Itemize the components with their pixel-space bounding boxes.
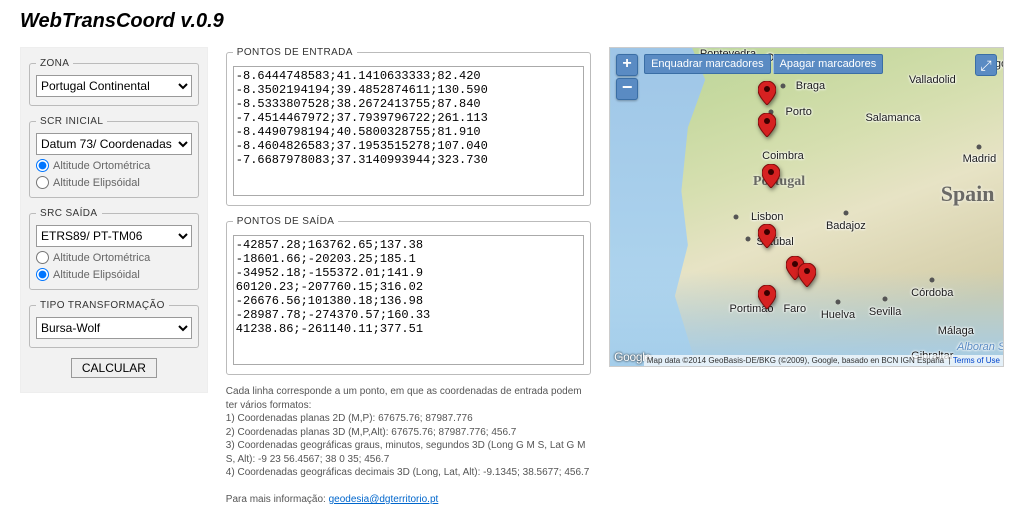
scr-inicial-orto-radio[interactable] xyxy=(36,159,49,172)
dot-badajoz xyxy=(843,211,848,216)
label-madrid: Madrid xyxy=(963,153,997,165)
calcular-button[interactable]: CALCULAR xyxy=(71,358,157,378)
label-valladolid: Valladolid xyxy=(909,74,956,86)
zona-fieldset: ZONA Portugal Continental xyxy=(29,58,199,106)
map-actions: Enquadrar marcadores Apagar marcadores xyxy=(644,54,883,74)
dot-madrid xyxy=(977,144,982,149)
dot-lisbon xyxy=(733,214,738,219)
help-l3: 3) Coordenadas geográficas graus, minuto… xyxy=(226,439,591,466)
map[interactable]: Portugal Spain Porto Braga Coimbra Lisbo… xyxy=(609,47,1004,367)
dot-setubal xyxy=(745,236,750,241)
map-marker[interactable] xyxy=(758,285,776,309)
entrada-textarea[interactable] xyxy=(233,66,584,196)
scr-inicial-elip-row[interactable]: Altitude Elipsóidal xyxy=(36,176,192,189)
scr-inicial-elip-label: Altitude Elipsóidal xyxy=(53,177,140,189)
src-saida-select[interactable]: ETRS89/ PT-TM06 xyxy=(36,225,192,247)
zona-legend: ZONA xyxy=(36,58,73,69)
label-cordoba: Córdoba xyxy=(911,287,953,299)
help-moreinfo: Para mais informação: xyxy=(226,494,326,505)
map-marker[interactable] xyxy=(758,113,776,137)
label-coimbra: Coimbra xyxy=(762,150,804,162)
saida-fieldset: PONTOS DE SAÍDA xyxy=(226,216,591,375)
label-braga: Braga xyxy=(796,80,825,92)
zoom-out-button[interactable]: − xyxy=(616,78,638,100)
saida-legend: PONTOS DE SAÍDA xyxy=(233,216,339,227)
help-l1: 1) Coordenadas planas 2D (M,P): 67675.76… xyxy=(226,412,591,426)
src-saida-elip-label: Altitude Elipsóidal xyxy=(53,269,140,281)
src-saida-orto-label: Altitude Ortométrica xyxy=(53,252,150,264)
help-l2: 2) Coordenadas planas 3D (M,P,Alt): 6767… xyxy=(226,426,591,440)
tipo-transf-legend: TIPO TRANSFORMAÇÃO xyxy=(36,300,169,311)
help-email-link[interactable]: geodesia@dgterritorio.pt xyxy=(329,494,439,505)
controls-panel: ZONA Portugal Continental SCR INICIAL Da… xyxy=(20,47,208,393)
label-malaga: Málaga xyxy=(938,325,974,337)
saida-textarea[interactable] xyxy=(233,235,584,365)
map-marker[interactable] xyxy=(798,263,816,287)
src-saida-fieldset: SRC SAÍDA ETRS89/ PT-TM06 Altitude Ortom… xyxy=(29,208,199,290)
src-saida-legend: SRC SAÍDA xyxy=(36,208,102,219)
map-zoom-controls: + − xyxy=(616,54,638,100)
map-marker[interactable] xyxy=(762,164,780,188)
help-intro: Cada linha corresponde a um ponto, em qu… xyxy=(226,385,591,412)
label-huelva: Huelva xyxy=(821,309,855,321)
dot-cordoba xyxy=(930,278,935,283)
clear-markers-button[interactable]: Apagar marcadores xyxy=(773,54,884,74)
label-sevilla: Sevilla xyxy=(869,306,901,318)
help-text: Cada linha corresponde a um ponto, em qu… xyxy=(226,385,591,507)
map-attribution: Map data ©2014 GeoBasis-DE/BKG (©2009), … xyxy=(644,355,1003,366)
map-attribution-text: Map data ©2014 GeoBasis-DE/BKG (©2009), … xyxy=(647,356,944,365)
dot-huelva xyxy=(835,300,840,305)
help-l4: 4) Coordenadas geográficas decimais 3D (… xyxy=(226,466,591,480)
map-terms-link[interactable]: Terms of Use xyxy=(953,356,1000,365)
src-saida-orto-radio[interactable] xyxy=(36,251,49,264)
src-saida-orto-row[interactable]: Altitude Ortométrica xyxy=(36,251,192,264)
tipo-transf-fieldset: TIPO TRANSFORMAÇÃO Bursa-Wolf xyxy=(29,300,199,348)
label-alboran: Alboran Sea xyxy=(957,341,1004,353)
frame-markers-button[interactable]: Enquadrar marcadores xyxy=(644,54,771,74)
io-panel: PONTOS DE ENTRADA PONTOS DE SAÍDA Cada l… xyxy=(226,47,591,507)
scr-inicial-fieldset: SCR INICIAL Datum 73/ Coordenadas Geog A… xyxy=(29,116,199,198)
entrada-fieldset: PONTOS DE ENTRADA xyxy=(226,47,591,206)
label-porto: Porto xyxy=(786,106,812,118)
scr-inicial-legend: SCR INICIAL xyxy=(36,116,107,127)
zoom-in-button[interactable]: + xyxy=(616,54,638,76)
tipo-transf-select[interactable]: Bursa-Wolf xyxy=(36,317,192,339)
dot-braga xyxy=(780,84,785,89)
zona-select[interactable]: Portugal Continental xyxy=(36,75,192,97)
scr-inicial-select[interactable]: Datum 73/ Coordenadas Geog xyxy=(36,133,192,155)
fullscreen-button[interactable]: ⤢ xyxy=(975,54,997,76)
src-saida-elip-radio[interactable] xyxy=(36,268,49,281)
label-badajoz: Badajoz xyxy=(826,220,866,232)
label-faro: Faro xyxy=(783,303,806,315)
entrada-legend: PONTOS DE ENTRADA xyxy=(233,47,357,58)
scr-inicial-orto-row[interactable]: Altitude Ortométrica xyxy=(36,159,192,172)
label-lisbon: Lisbon xyxy=(751,211,783,223)
page-title: WebTransCoord v.0.9 xyxy=(20,10,1004,33)
label-spain: Spain xyxy=(941,181,995,207)
map-marker[interactable] xyxy=(758,81,776,105)
dot-sevilla xyxy=(883,297,888,302)
label-salamanca: Salamanca xyxy=(865,112,920,124)
scr-inicial-orto-label: Altitude Ortométrica xyxy=(53,160,150,172)
src-saida-elip-row[interactable]: Altitude Elipsóidal xyxy=(36,268,192,281)
map-marker[interactable] xyxy=(758,224,776,248)
scr-inicial-elip-radio[interactable] xyxy=(36,176,49,189)
